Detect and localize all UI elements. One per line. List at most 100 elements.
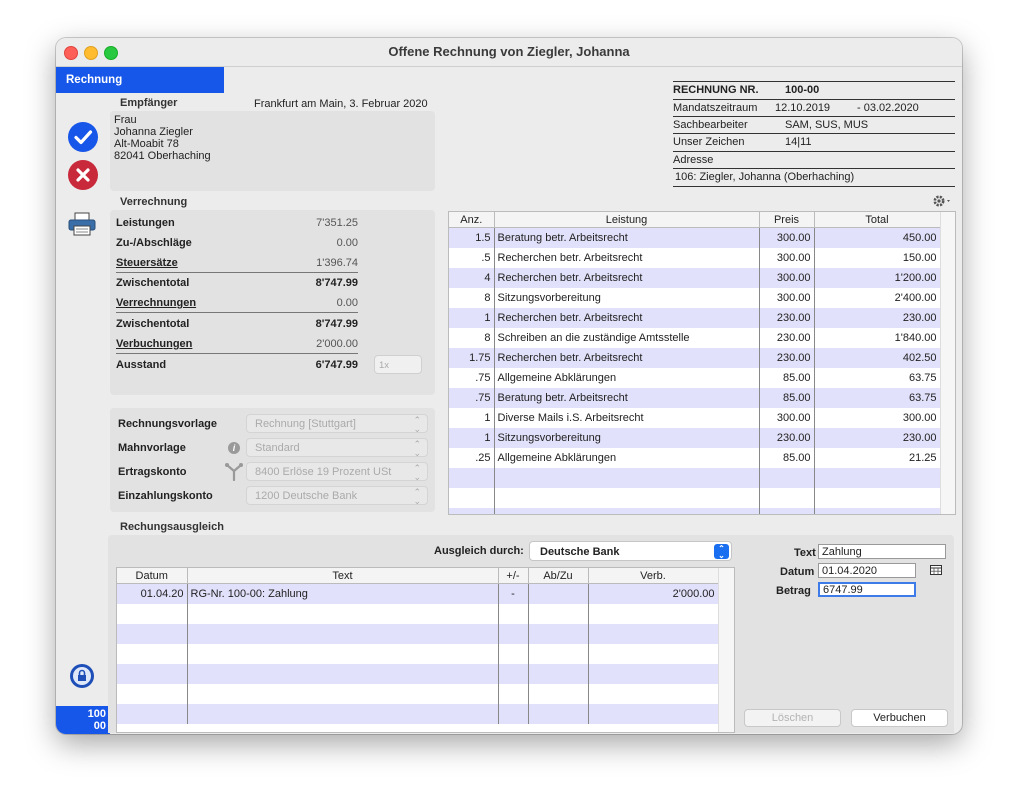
empty-row[interactable]	[117, 604, 719, 624]
col-header-service[interactable]: Leistung	[494, 212, 760, 228]
empty-row[interactable]	[449, 508, 941, 514]
revenue-account-select[interactable]: 8400 Erlöse 19 Prozent USt ⌃ ⌄	[246, 462, 428, 482]
qty-cell: 1	[449, 308, 495, 328]
col-header-booked[interactable]: Verb.	[588, 568, 719, 584]
total-cell: 63.75	[814, 368, 941, 388]
table-row[interactable]: 8 Sitzungsvorbereitung 300.00 2'400.00	[449, 288, 941, 308]
lock-button[interactable]	[70, 664, 94, 688]
qty-cell: .75	[449, 388, 495, 408]
offsets-label[interactable]: Verrechnungen	[116, 297, 196, 309]
table-row[interactable]: 1.5 Beratung betr. Arbeitsrecht 300.00 450.…	[449, 227, 941, 248]
cancel-button[interactable]	[68, 160, 98, 190]
empty-row[interactable]	[117, 704, 719, 724]
col-header-deduct[interactable]: Ab/Zu	[528, 568, 589, 584]
settlement-row-outstanding: Ausstand 6'747.99	[116, 356, 358, 376]
table-row[interactable]: 8 Schreiben an die zuständige Amtsstelle 2…	[449, 328, 941, 348]
payment-panel: Ausgleich durch: Deutsche Bank ⌃ ⌄ Datum …	[108, 535, 954, 733]
price-cell: 230.00	[759, 428, 815, 448]
payment-date-input[interactable]: 01.04.2020	[818, 563, 916, 578]
empty-row[interactable]	[117, 644, 719, 664]
col-header-qty[interactable]: Anz.	[449, 212, 495, 228]
services-scrollbar[interactable]	[940, 212, 955, 514]
table-row[interactable]: 1 Recherchen betr. Arbeitsrecht 230.00 230.…	[449, 308, 941, 328]
col-header-date[interactable]: Datum	[117, 568, 188, 584]
settlement-label: Verrechnung	[120, 196, 188, 208]
col-header-text[interactable]: Text	[187, 568, 499, 584]
payment-text-cell: RG-Nr. 100-00: Zahlung	[187, 583, 499, 604]
printer-icon	[68, 212, 96, 236]
calendar-button[interactable]	[930, 565, 942, 578]
service-cell: Beratung betr. Arbeitsrecht	[494, 227, 760, 248]
bookings-label[interactable]: Verbuchungen	[116, 338, 192, 350]
payments-table[interactable]: Datum Text +/- Ab/Zu Verb. 01.04.20 RG-N…	[116, 567, 735, 733]
period-from[interactable]: 12.10.2019	[775, 102, 830, 114]
table-row[interactable]: 1 Diverse Mails i.S. Arbeitsrecht 300.00 30…	[449, 408, 941, 428]
payment-date-label: Datum	[780, 566, 815, 578]
empty-row[interactable]	[117, 664, 719, 684]
payments-scrollbar[interactable]	[718, 568, 734, 732]
close-icon	[76, 168, 90, 182]
price-cell: 230.00	[759, 348, 815, 368]
period-to[interactable]: - 03.02.2020	[857, 102, 919, 114]
empty-row[interactable]	[117, 624, 719, 644]
settle-via-select[interactable]: Deutsche Bank ⌃ ⌄	[529, 541, 732, 561]
total-cell: 300.00	[814, 408, 941, 428]
settlement-panel: Leistungen 7'351.25 Zu-/Abschläge 0.00 S…	[110, 210, 435, 395]
table-row[interactable]: 01.04.20 RG-Nr. 100-00: Zahlung - 2'000.…	[117, 583, 719, 604]
table-row[interactable]: 1 Sitzungsvorbereitung 230.00 230.00	[449, 428, 941, 448]
print-button[interactable]	[68, 212, 96, 239]
qty-cell: 8	[449, 288, 495, 308]
recipient-label: Empfänger	[120, 97, 178, 109]
address-value[interactable]: 106: Ziegler, Johanna (Oberhaching)	[675, 171, 854, 183]
subtotal-line	[116, 272, 358, 273]
info-icon[interactable]: i	[228, 442, 240, 454]
split-account-button[interactable]	[224, 461, 244, 484]
confirm-button[interactable]	[68, 122, 98, 152]
reference-value[interactable]: 14|11	[785, 136, 812, 148]
outstanding-value: 6'747.99	[315, 359, 358, 371]
col-header-sign[interactable]: +/-	[498, 568, 529, 584]
table-row[interactable]: 1.75 Recherchen betr. Arbeitsrecht 230.00 4…	[449, 348, 941, 368]
clerk-value[interactable]: SAM, SUS, MUS	[785, 119, 868, 131]
service-cell: Beratung betr. Arbeitsrecht	[494, 388, 760, 408]
recipient-address-box[interactable]: Frau Johanna Ziegler Alt-Moabit 78 82041…	[110, 111, 435, 191]
record-number-line2: 00	[93, 720, 106, 732]
payment-booked-cell: 2'000.00	[588, 583, 719, 604]
table-row[interactable]: .75 Allgemeine Abklärungen 85.00 63.75	[449, 368, 941, 388]
qty-cell: .75	[449, 368, 495, 388]
qty-cell: 8	[449, 328, 495, 348]
invoice-template-select[interactable]: Rechnung [Stuttgart] ⌃ ⌄	[246, 414, 428, 434]
delete-button[interactable]: Löschen	[744, 709, 841, 727]
payment-amount-input[interactable]: 6747.99	[818, 582, 916, 597]
payment-text-label: Text	[794, 547, 816, 559]
table-row[interactable]: 4 Recherchen betr. Arbeitsrecht 300.00 1'20…	[449, 268, 941, 288]
empty-row[interactable]	[449, 488, 941, 508]
col-header-total[interactable]: Total	[814, 212, 941, 228]
table-row[interactable]: .25 Allgemeine Abklärungen 85.00 21.25	[449, 448, 941, 468]
price-cell: 230.00	[759, 308, 815, 328]
qty-cell: .5	[449, 248, 495, 268]
empty-row[interactable]	[117, 684, 719, 704]
reminder-template-value: Standard	[255, 442, 300, 454]
settlement-row-offsets: Verrechnungen 0.00	[116, 294, 358, 314]
total-cell: 2'400.00	[814, 288, 941, 308]
recipient-street: Alt-Moabit 78	[114, 138, 179, 150]
table-row[interactable]: .5 Recherchen betr. Arbeitsrecht 300.00 150…	[449, 248, 941, 268]
settlement-row-tax: Steuersätze 1'396.74	[116, 254, 358, 274]
tab-rechnung[interactable]: Rechnung	[56, 67, 224, 93]
payment-deduct-cell	[528, 583, 589, 604]
book-button[interactable]: Verbuchen	[851, 709, 948, 727]
reminder-template-select[interactable]: Standard ⌃ ⌄	[246, 438, 428, 458]
settings-menu-button[interactable]	[932, 194, 954, 211]
tax-label[interactable]: Steuersätze	[116, 257, 178, 269]
copies-field[interactable]: 1x	[374, 355, 422, 374]
gear-icon	[933, 195, 950, 207]
services-table[interactable]: Anz. Leistung Preis Total 1.5 Beratung be…	[448, 211, 956, 515]
payment-text-input[interactable]: Zahlung	[818, 544, 946, 559]
payment-account-select[interactable]: 1200 Deutsche Bank ⌃ ⌄	[246, 486, 428, 506]
table-row[interactable]: .75 Beratung betr. Arbeitsrecht 85.00 63.75	[449, 388, 941, 408]
outstanding-label: Ausstand	[116, 359, 167, 371]
col-header-price[interactable]: Preis	[759, 212, 815, 228]
info-row-clerk: Sachbearbeiter SAM, SUS, MUS	[673, 116, 955, 134]
empty-row[interactable]	[449, 468, 941, 488]
